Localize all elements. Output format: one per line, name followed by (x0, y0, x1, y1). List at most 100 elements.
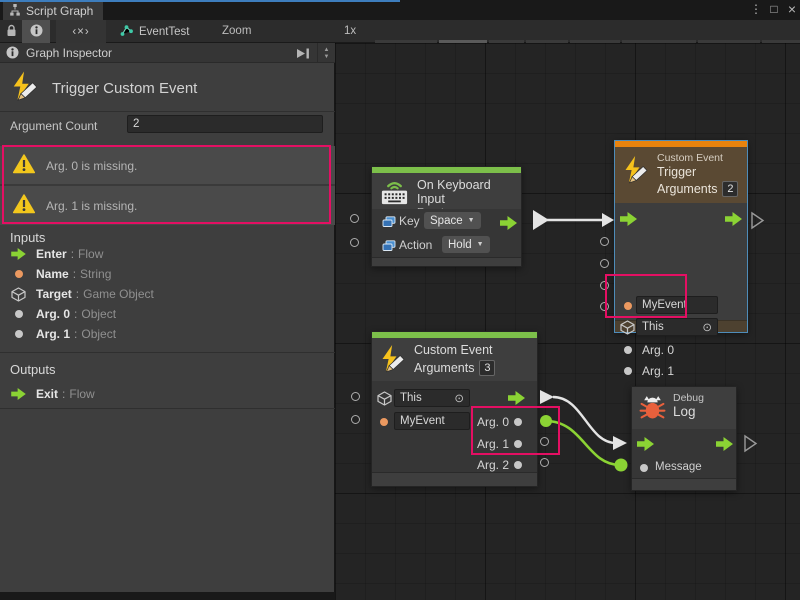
arguments-count-field[interactable]: 3 (479, 360, 495, 376)
spinner-up-icon[interactable]: ▲ (324, 47, 330, 53)
divider (0, 352, 335, 353)
node-title: Log (673, 405, 704, 419)
input-port[interactable] (600, 259, 609, 268)
node-title: On Keyboard Input (417, 178, 515, 206)
node-custom-event[interactable]: Custom Event Arguments 3 This⊙ MyEvent A… (371, 331, 538, 487)
flow-output-port[interactable] (500, 216, 517, 235)
keyboard-icon (379, 178, 410, 205)
input-row-name: Name:String (10, 264, 111, 284)
warning-icon (13, 154, 35, 177)
unit-title-label: Trigger Custom Event (52, 80, 197, 97)
input-row-arg0: Arg. 0:Object (10, 304, 116, 324)
arguments-label: Arguments (657, 182, 717, 196)
input-row-arg1: Arg. 1:Object (10, 324, 116, 344)
action-label: Action (399, 238, 432, 252)
key-label: Key (399, 214, 420, 228)
unity-script-graph-window: Script Graph ⋮ □ × ‹×› EventTest Zoom 1x (0, 0, 800, 600)
inspector-toggle-button[interactable] (22, 20, 50, 43)
target-field[interactable]: This⊙ (636, 318, 718, 336)
input-port[interactable] (600, 237, 609, 246)
input-port[interactable] (351, 415, 360, 424)
input-port[interactable] (350, 214, 359, 223)
chevron-down-icon: ▼ (477, 241, 484, 248)
input-port[interactable] (600, 281, 609, 290)
event-name-field[interactable]: MyEvent (394, 412, 470, 430)
string-dot-icon (10, 270, 27, 278)
close-icon[interactable]: × (784, 2, 800, 17)
input-port[interactable] (350, 238, 359, 247)
input-port[interactable] (600, 302, 609, 311)
arg0-label: Arg. 0 (473, 415, 509, 429)
node-header: Debug Log (632, 387, 736, 429)
dock-icon[interactable] (296, 48, 310, 62)
object-dot-icon (624, 367, 632, 375)
arg1-label: Arg. 1 (642, 364, 674, 378)
warning-row: Arg. 0 is missing. (0, 146, 335, 185)
flow-output-port[interactable] (508, 391, 525, 410)
target-field[interactable]: This⊙ (394, 389, 470, 407)
bolt-pencil-icon (10, 70, 40, 107)
node-footer (632, 478, 736, 490)
flow-arrow-icon (10, 248, 27, 260)
object-dot-icon (514, 440, 522, 448)
arg0-label: Arg. 0 (642, 343, 674, 357)
flow-arrow-icon (10, 388, 27, 400)
graph-asset-icon (120, 24, 133, 40)
graph-inspector-header[interactable]: Graph Inspector (0, 43, 335, 63)
kebab-menu-icon[interactable]: ⋮ (748, 2, 764, 17)
object-dot-icon (640, 464, 648, 472)
window-icon (382, 239, 396, 257)
target-picker-icon[interactable]: ⊙ (702, 320, 712, 334)
flow-output-port[interactable] (725, 212, 742, 231)
message-label: Message (655, 461, 702, 473)
unit-title: Trigger Custom Event (10, 70, 197, 107)
outputs-header: Outputs (10, 362, 56, 377)
graph-toolbar: ‹×› EventTest Zoom 1x Relations Values D… (0, 20, 800, 43)
node-on-keyboard-input[interactable]: On Keyboard Input Event Key Space▼ Actio… (371, 166, 522, 267)
object-dot-icon (10, 310, 27, 318)
graph-breadcrumb[interactable]: EventTest (120, 20, 190, 43)
code-view-button[interactable]: ‹×› (56, 20, 106, 43)
graph-name-label: EventTest (139, 26, 190, 38)
output-row-exit: Exit:Flow (10, 384, 95, 404)
lock-icon (6, 24, 17, 40)
output-port[interactable] (540, 458, 549, 467)
node-debug-log[interactable]: Debug Log Message (631, 386, 737, 491)
input-row-enter: Enter:Flow (10, 244, 103, 264)
cube-icon (620, 320, 635, 340)
input-row-target: Target:Game Object (10, 284, 154, 304)
arguments-count-field[interactable]: 2 (722, 181, 738, 197)
flow-input-port[interactable] (620, 212, 637, 231)
output-port[interactable] (540, 437, 549, 446)
inspector-scroll-arrows[interactable]: ▲ ▼ (317, 43, 335, 63)
window-chrome (0, 592, 335, 600)
tab-script-graph[interactable]: Script Graph (3, 2, 103, 20)
lock-button[interactable] (0, 20, 22, 43)
target-picker-icon[interactable]: ⊙ (454, 391, 464, 405)
action-dropdown[interactable]: Hold▼ (442, 236, 490, 253)
node-body: Key Space▼ Action Hold▼ (372, 209, 521, 257)
key-dropdown[interactable]: Space▼ (424, 212, 481, 229)
flow-input-port[interactable] (637, 437, 654, 456)
arg1-label: Arg. 1 (473, 437, 509, 451)
input-port[interactable] (351, 392, 360, 401)
bolt-pencil-icon (379, 343, 407, 377)
bug-icon (639, 393, 666, 425)
inspector-header-label: Graph Inspector (26, 46, 112, 60)
maximize-icon[interactable]: □ (766, 2, 782, 17)
spinner-down-icon[interactable]: ▼ (324, 54, 330, 60)
bolt-pencil-icon (622, 154, 650, 199)
node-title: Trigger (657, 165, 738, 179)
argument-count-input[interactable]: 2 (127, 115, 323, 133)
node-body: This⊙ MyEvent Arg. 0 Arg. 1 Arg. 2 (372, 381, 537, 472)
node-trigger-custom-event[interactable]: Custom Event Trigger Arguments 2 MyEvent (614, 140, 748, 333)
info-icon (6, 46, 19, 59)
node-footer (372, 472, 537, 486)
flow-output-port[interactable] (716, 437, 733, 456)
script-graph-icon (9, 4, 21, 19)
object-dot-icon (10, 330, 27, 338)
inputs-header: Inputs (10, 230, 45, 245)
string-dot-icon (624, 302, 632, 310)
string-dot-icon (380, 418, 388, 426)
event-name-field[interactable]: MyEvent (636, 296, 718, 314)
